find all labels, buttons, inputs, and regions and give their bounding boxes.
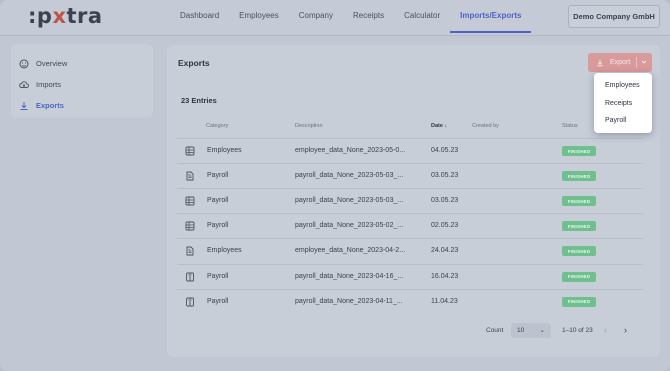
- nav-employees[interactable]: Employees: [229, 0, 289, 36]
- export-button-divider: [636, 57, 637, 68]
- sidebar-item-overview[interactable]: Overview: [11, 53, 153, 74]
- cell-category: Payroll: [207, 297, 229, 305]
- count-select-value: 10: [517, 327, 525, 334]
- download-icon: [20, 101, 28, 110]
- document-icon: [185, 246, 195, 256]
- export-button-label: Export: [610, 59, 631, 66]
- menu-item-receipts[interactable]: Receipts: [594, 97, 652, 115]
- sidebar-item-label: Overview: [36, 59, 68, 68]
- cell-date: 24.04.23: [431, 247, 459, 255]
- cell-date: 02.05.23: [431, 222, 459, 230]
- column-file-icon: [185, 297, 195, 307]
- cell-description: payroll_data_None_2023-04-11_...: [295, 297, 403, 305]
- sidebar-item-label: Exports: [36, 101, 64, 110]
- overview-icon: [19, 59, 29, 68]
- column-header-status[interactable]: Status: [562, 123, 578, 129]
- cell-description: employee_data_None_2023-05-0...: [295, 147, 406, 154]
- logo[interactable]: :pxtra: [28, 4, 103, 28]
- logo-text-end: tra: [66, 4, 103, 28]
- cell-description: employee_data_None_2023-04-2...: [295, 247, 406, 255]
- cell-date: 03.05.23: [431, 172, 459, 180]
- status-badge: FINISHED: [562, 296, 596, 307]
- column-header-created-by[interactable]: Created by: [472, 123, 499, 129]
- status-badge: FINISHED: [562, 146, 596, 156]
- menu-item-payroll[interactable]: Payroll: [594, 114, 652, 132]
- exports-panel: Exports Export 23 Entries Category Descr…: [167, 45, 660, 357]
- company-switcher-button[interactable]: Demo Company GmbH: [568, 5, 660, 28]
- column-header-date[interactable]: Date ↓: [431, 123, 447, 129]
- status-badge: FINISHED: [562, 246, 596, 257]
- spreadsheet-icon: [185, 221, 195, 231]
- column-header-category[interactable]: Category: [206, 123, 228, 129]
- menu-item-employees[interactable]: Employees: [594, 79, 652, 97]
- cell-description: payroll_data_None_2023-05-03_...: [295, 197, 404, 205]
- cell-category: Payroll: [207, 272, 229, 280]
- cloud-upload-icon: [19, 80, 29, 88]
- sidebar-item-exports[interactable]: Exports: [11, 95, 153, 116]
- table-row[interactable]: Payroll payroll_data_None_2023-05-02_... 0…: [177, 213, 643, 238]
- table-row[interactable]: Payroll payroll_data_None_2023-04-11_... 1…: [177, 288, 643, 314]
- cell-category: Payroll: [207, 172, 229, 180]
- cell-category: Employees: [207, 147, 242, 154]
- page-range: 1–10 of 23: [562, 327, 593, 334]
- nav-imports-exports[interactable]: Imports/Exports: [450, 0, 532, 36]
- pagination: Count 10 ⌄ 1–10 of 23 ‹ ›: [167, 322, 660, 340]
- table-row[interactable]: Payroll payroll_data_None_2023-05-03_... 0…: [177, 188, 643, 213]
- sidebar-item-label: Imports: [36, 80, 62, 89]
- chevron-down-icon: ⌄: [539, 327, 545, 334]
- cell-date: 03.05.23: [431, 197, 459, 205]
- cell-description: payroll_data_None_2023-05-03_...: [295, 172, 404, 180]
- column-file-icon: [185, 272, 195, 282]
- entries-count: 23 Entries: [181, 96, 217, 105]
- table-row[interactable]: Payroll payroll_data_None_2023-05-03_... 0…: [177, 163, 643, 188]
- prev-page-button[interactable]: ‹: [604, 325, 607, 335]
- sidebar: Overview Imports Exports: [11, 44, 153, 118]
- nav-receipts[interactable]: Receipts: [343, 0, 394, 36]
- nav-company[interactable]: Company: [289, 0, 343, 36]
- table-row[interactable]: Employees employee_data_None_2023-04-2...…: [177, 238, 643, 263]
- next-page-button[interactable]: ›: [624, 325, 627, 335]
- table-header: Category Description Date ↓ Created by S…: [167, 121, 660, 133]
- cell-category: Payroll: [207, 197, 229, 205]
- main-nav: Dashboard Employees Company Receipts Cal…: [170, 0, 532, 36]
- export-dropdown-menu: Employees Receipts Payroll: [594, 73, 652, 133]
- cell-category: Employees: [207, 247, 242, 255]
- status-badge: FINISHED: [562, 196, 596, 207]
- nav-dashboard[interactable]: Dashboard: [170, 0, 229, 36]
- cell-description: payroll_data_None_2023-04-16_...: [295, 272, 404, 280]
- top-navbar: :pxtra Dashboard Employees Company Recei…: [0, 0, 670, 36]
- app-window: :pxtra Dashboard Employees Company Recei…: [0, 0, 670, 371]
- sort-arrow-down-icon: ↓: [444, 123, 448, 129]
- spreadsheet-icon: [185, 196, 195, 206]
- column-header-description[interactable]: Description: [295, 123, 323, 129]
- cell-date: 04.05.23: [431, 147, 459, 154]
- column-header-date-label: Date: [431, 123, 443, 129]
- sidebar-item-imports[interactable]: Imports: [11, 74, 153, 95]
- nav-calculator[interactable]: Calculator: [394, 0, 450, 36]
- cell-category: Payroll: [207, 222, 229, 230]
- spreadsheet-icon: [185, 146, 195, 156]
- table-row[interactable]: Payroll payroll_data_None_2023-04-16_... 1…: [177, 263, 643, 289]
- page-title: Exports: [178, 58, 210, 68]
- download-icon: [597, 59, 603, 66]
- count-select[interactable]: 10 ⌄: [511, 323, 551, 338]
- status-badge: FINISHED: [562, 171, 596, 182]
- logo-text: :p: [28, 4, 53, 28]
- cell-description: payroll_data_None_2023-05-02_...: [295, 222, 404, 230]
- count-label: Count: [486, 327, 504, 334]
- status-badge: FINISHED: [562, 221, 596, 232]
- export-button[interactable]: Export: [588, 53, 652, 72]
- cell-date: 16.04.23: [431, 272, 459, 280]
- chevron-down-icon[interactable]: [641, 59, 647, 65]
- document-icon: [185, 171, 195, 181]
- logo-x: x: [52, 4, 67, 28]
- status-badge: FINISHED: [562, 271, 596, 282]
- cell-date: 11.04.23: [431, 297, 458, 305]
- table-row[interactable]: Employees employee_data_None_2023-05-0...…: [177, 138, 643, 163]
